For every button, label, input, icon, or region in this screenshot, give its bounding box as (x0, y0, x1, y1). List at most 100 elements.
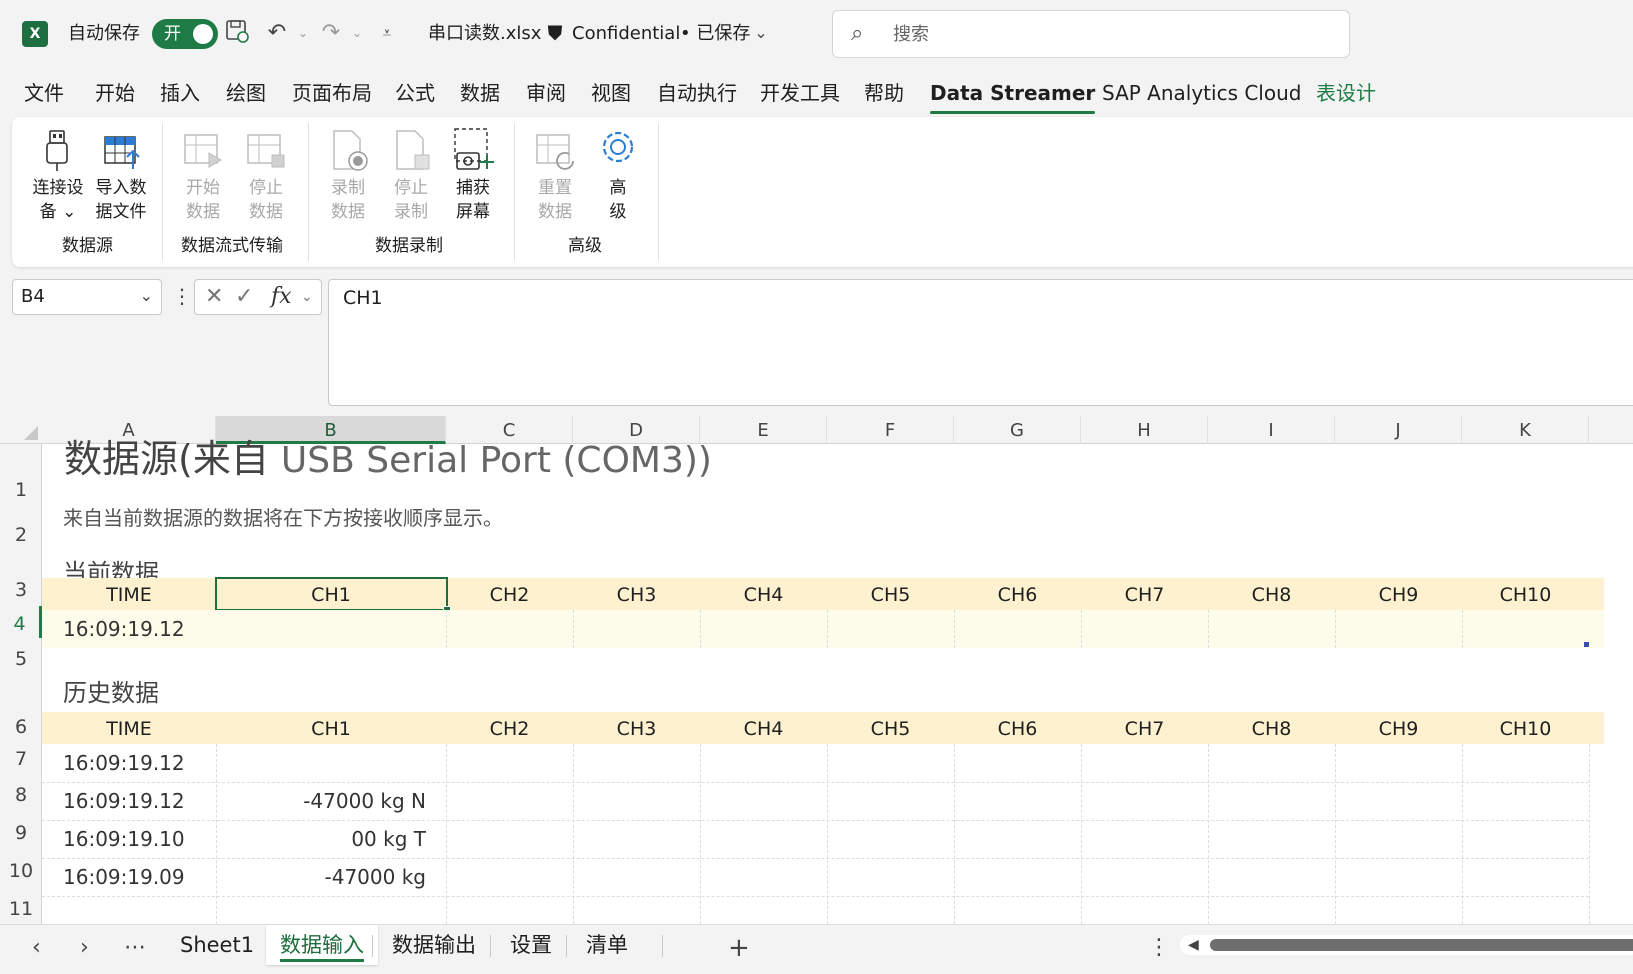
menu-automate[interactable]: 自动执行 (657, 80, 737, 106)
row-header-9[interactable]: 9 (0, 818, 42, 848)
select-all-corner[interactable] (0, 416, 42, 444)
history-header-ch3[interactable]: CH3 (573, 712, 700, 744)
menu-developer[interactable]: 开发工具 (760, 80, 840, 106)
chevron-right-icon[interactable]: › (80, 935, 89, 961)
current-header-ch2[interactable]: CH2 (446, 578, 573, 610)
sheet-tab-settings[interactable]: 设置 (496, 925, 566, 965)
current-header-ch4[interactable]: CH4 (700, 578, 827, 610)
scroll-left-icon[interactable]: ◀ (1188, 937, 1199, 953)
current-header-ch3[interactable]: CH3 (573, 578, 700, 610)
spreadsheet-grid[interactable]: A B C D E F G H I J K 1 2 3 4 5 6 7 8 9 … (0, 416, 1633, 924)
start-data-button[interactable]: 开始 数据 (174, 125, 232, 223)
history-time-cell[interactable]: 16:09:19.09 (63, 864, 185, 890)
current-header-time[interactable]: TIME (42, 578, 216, 610)
menu-page-layout[interactable]: 页面布局 (292, 80, 372, 106)
history-header-ch8[interactable]: CH8 (1208, 712, 1335, 744)
table-resize-handle[interactable] (1584, 642, 1589, 647)
formula-input[interactable]: CH1 (328, 279, 1633, 406)
active-cell-selection[interactable] (215, 577, 451, 614)
current-header-ch9[interactable]: CH9 (1335, 578, 1462, 610)
history-header-ch6[interactable]: CH6 (954, 712, 1081, 744)
menu-insert[interactable]: 插入 (160, 80, 200, 106)
reset-data-button[interactable]: 重置 数据 (526, 125, 584, 223)
current-header-ch10[interactable]: CH10 (1462, 578, 1589, 610)
row-header-11[interactable]: 11 (0, 894, 42, 924)
history-header-ch5[interactable]: CH5 (827, 712, 954, 744)
menu-home[interactable]: 开始 (95, 80, 135, 106)
autosave-toggle[interactable]: 开 (152, 19, 218, 49)
history-header-time[interactable]: TIME (42, 712, 216, 744)
column-header-k[interactable]: K (1462, 416, 1589, 444)
sheet-tab-data-out[interactable]: 数据输出 (378, 925, 490, 965)
confirm-icon[interactable]: ✓ (235, 284, 253, 310)
row-header-8[interactable]: 8 (0, 780, 42, 810)
history-header-ch1[interactable]: CH1 (216, 712, 446, 744)
column-header-e[interactable]: E (700, 416, 827, 444)
add-sheet-icon[interactable]: + (728, 935, 750, 961)
chevron-down-icon[interactable]: ⌄ (746, 18, 776, 48)
sheet-tab-manifest[interactable]: 清单 (572, 925, 642, 965)
stop-data-button[interactable]: 停止 数据 (237, 125, 295, 223)
menu-draw[interactable]: 绘图 (226, 80, 266, 106)
sheet-tab-sheet1[interactable]: Sheet1 (166, 925, 268, 965)
horizontal-scrollbar[interactable]: ◀ (1180, 935, 1633, 955)
menu-view[interactable]: 视图 (591, 80, 631, 106)
current-header-ch5[interactable]: CH5 (827, 578, 954, 610)
advanced-button[interactable]: 高 级 (589, 125, 647, 223)
connect-device-button[interactable]: 连接设 备 ⌄ (29, 125, 87, 223)
menu-formulas[interactable]: 公式 (395, 80, 435, 106)
history-ch1-cell[interactable]: -47000 kg (216, 864, 426, 890)
chevron-left-icon[interactable]: ‹ (32, 935, 41, 961)
import-data-file-button[interactable]: 导入数 据文件 (92, 125, 150, 223)
history-header-ch7[interactable]: CH7 (1081, 712, 1208, 744)
current-header-ch8[interactable]: CH8 (1208, 578, 1335, 610)
row-header-1[interactable]: 1 (0, 472, 42, 508)
row-header-3[interactable]: 3 (0, 575, 42, 605)
more-options-icon[interactable]: ⋮ (1148, 935, 1170, 961)
menu-file[interactable]: 文件 (24, 80, 64, 106)
scrollbar-thumb[interactable] (1210, 939, 1633, 951)
function-icon[interactable]: fx (271, 284, 292, 310)
column-header-f[interactable]: F (827, 416, 954, 444)
menu-review[interactable]: 审阅 (526, 80, 566, 106)
history-header-ch9[interactable]: CH9 (1335, 712, 1462, 744)
menu-help[interactable]: 帮助 (864, 80, 904, 106)
sheet-tab-data-in[interactable]: 数据输入 (266, 925, 378, 965)
history-header-ch10[interactable]: CH10 (1462, 712, 1589, 744)
history-time-cell[interactable]: 16:09:19.10 (63, 826, 185, 852)
history-ch1-cell[interactable]: -47000 kg N (216, 788, 426, 814)
customize-toolbar-icon[interactable]: ⩡ (372, 18, 402, 48)
column-header-h[interactable]: H (1081, 416, 1208, 444)
menu-table-design[interactable]: 表设计 (1316, 80, 1376, 106)
history-time-cell[interactable]: 16:09:19.12 (63, 788, 185, 814)
chevron-down-icon[interactable]: ⌄ (301, 284, 313, 310)
save-icon[interactable] (222, 18, 252, 48)
chevron-down-icon[interactable]: ⌄ (140, 286, 153, 305)
column-header-g[interactable]: G (954, 416, 1081, 444)
undo-dropdown-icon[interactable]: ⌄ (288, 18, 318, 48)
row-header-6[interactable]: 6 (0, 712, 42, 742)
history-header-ch4[interactable]: CH4 (700, 712, 827, 744)
redo-dropdown-icon[interactable]: ⌄ (342, 18, 372, 48)
current-header-ch6[interactable]: CH6 (954, 578, 1081, 610)
file-name[interactable]: 串口读数.xlsx (428, 22, 541, 46)
row-header-4[interactable]: 4 (0, 606, 42, 638)
history-time-cell[interactable]: 16:09:19.12 (63, 750, 185, 776)
save-status[interactable]: • 已保存 (680, 22, 750, 46)
record-data-button[interactable]: 录制 数据 (319, 125, 377, 223)
search-input[interactable]: ⌕ 搜索 (832, 10, 1350, 58)
row-header-2[interactable]: 2 (0, 520, 42, 550)
row-header-10[interactable]: 10 (0, 856, 42, 886)
more-sheets-icon[interactable]: ⋯ (124, 935, 146, 961)
menu-data[interactable]: 数据 (460, 80, 500, 106)
current-header-ch7[interactable]: CH7 (1081, 578, 1208, 610)
name-box[interactable]: B4 ⌄ (12, 279, 162, 315)
row-header-7[interactable]: 7 (0, 744, 42, 774)
row-header-5[interactable]: 5 (0, 644, 42, 674)
stop-recording-button[interactable]: 停止 录制 (382, 125, 440, 223)
column-header-j[interactable]: J (1335, 416, 1462, 444)
cancel-icon[interactable]: ✕ (205, 284, 223, 310)
history-ch1-cell[interactable]: 00 kg T (216, 826, 426, 852)
more-options-icon[interactable]: ⋮ (172, 284, 192, 308)
sensitivity-label[interactable]: Confidential (572, 22, 680, 46)
